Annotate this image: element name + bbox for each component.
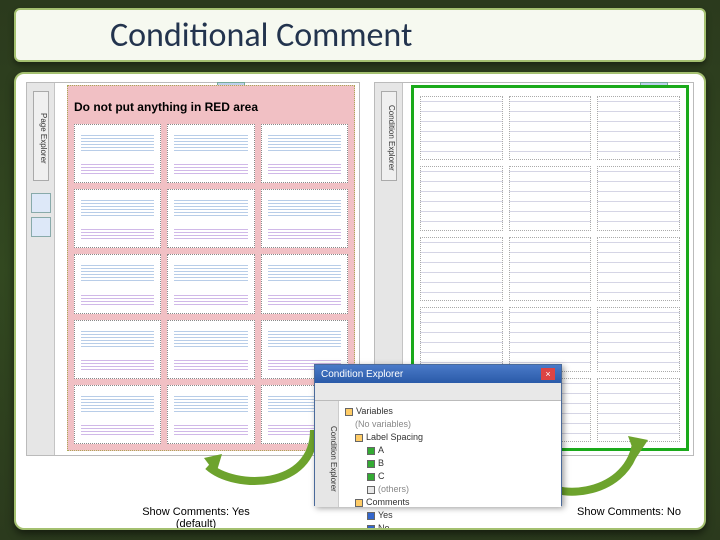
window-toolbar[interactable] <box>315 383 561 401</box>
window-body: Condition Explorer Variables (No variabl… <box>315 401 561 507</box>
label-cell <box>74 385 161 444</box>
label-cell <box>509 166 592 230</box>
caption-line: (default) <box>136 518 256 530</box>
item-icon <box>367 460 375 468</box>
tree-item: No <box>345 522 555 530</box>
tree-item-others: (others) <box>345 483 555 496</box>
folder-icon <box>355 499 363 507</box>
sidebar-tool-icon[interactable] <box>31 217 51 237</box>
left-sidebar: Page Explorer <box>27 83 55 455</box>
label-cell <box>261 189 348 248</box>
label-cell <box>74 320 161 379</box>
warning-text: Do not put anything in RED area <box>74 100 258 114</box>
left-screenshot: Page Explorer Do not put anything in RED… <box>26 82 360 456</box>
label-cell <box>74 124 161 183</box>
label-cell <box>509 96 592 160</box>
caption-right: Show Comments: No <box>564 506 694 518</box>
sidebar-tool-icon[interactable] <box>31 193 51 213</box>
label-cell <box>597 166 680 230</box>
label-grid-left <box>74 124 348 444</box>
label-cell <box>261 254 348 313</box>
label-cell <box>597 96 680 160</box>
label-cell <box>420 237 503 301</box>
window-side-tab[interactable]: Condition Explorer <box>315 401 339 507</box>
label-cell <box>420 166 503 230</box>
label-cell <box>167 124 254 183</box>
caption-line: Show Comments: No <box>577 506 681 518</box>
label-cell <box>509 237 592 301</box>
tree-item: A <box>345 444 555 457</box>
label-cell <box>509 307 592 371</box>
label-cell <box>420 96 503 160</box>
tree-node-variables: Variables <box>345 405 555 418</box>
tree-item: C <box>345 470 555 483</box>
variables-tree[interactable]: Variables (No variables) Label Spacing A… <box>339 401 561 507</box>
label-cell <box>167 189 254 248</box>
label-cell <box>74 189 161 248</box>
content-frame: Page Explorer Do not put anything in RED… <box>14 72 706 530</box>
tree-node-comments: Comments <box>345 496 555 509</box>
item-icon <box>367 486 375 494</box>
close-icon[interactable]: × <box>541 368 555 380</box>
slide-title: Conditional Comment <box>110 15 412 56</box>
caption-left: Show Comments: Yes (default) <box>136 506 256 530</box>
label-cell <box>74 254 161 313</box>
item-icon <box>367 512 375 520</box>
tree-item: Yes <box>345 509 555 522</box>
tree-node-novars: (No variables) <box>345 418 555 431</box>
label-cell <box>420 307 503 371</box>
window-title-text: Condition Explorer <box>321 369 403 380</box>
item-icon <box>367 525 375 531</box>
slide-root: Conditional Comment Page Explorer Do not… <box>0 0 720 540</box>
title-band: Conditional Comment <box>14 8 706 62</box>
tree-item: B <box>345 457 555 470</box>
side-tab-condition-explorer[interactable]: Condition Explorer <box>381 91 397 181</box>
caption-line: Show Comments: Yes <box>142 506 250 518</box>
label-cell <box>167 254 254 313</box>
folder-icon <box>355 434 363 442</box>
tree-node-labelspacing: Label Spacing <box>345 431 555 444</box>
red-comment-area: Do not put anything in RED area <box>67 85 355 451</box>
condition-explorer-window: Condition Explorer × Condition Explorer … <box>314 364 562 506</box>
label-cell <box>597 307 680 371</box>
label-cell <box>261 124 348 183</box>
folder-icon <box>345 408 353 416</box>
side-tab-page-explorer[interactable]: Page Explorer <box>33 91 49 181</box>
label-cell <box>167 320 254 379</box>
label-cell <box>597 237 680 301</box>
item-icon <box>367 447 375 455</box>
item-icon <box>367 473 375 481</box>
window-titlebar[interactable]: Condition Explorer × <box>315 365 561 383</box>
